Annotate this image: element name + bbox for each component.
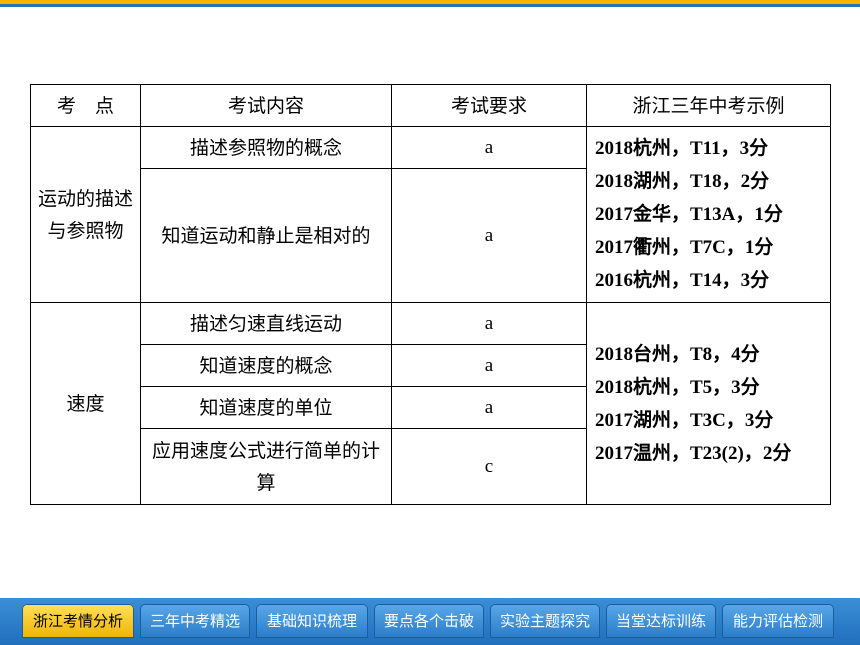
header-requirement: 考试要求 bbox=[391, 84, 587, 127]
table-row: 速度 描述匀速直线运动 a 2018台州，T8，4分 2018杭州，T5，3分 … bbox=[30, 302, 831, 505]
example-item: 2018杭州，T11，3分 bbox=[595, 138, 769, 159]
example-item: 2017衢州，T7C，1分 bbox=[595, 237, 774, 258]
table-header-row: 考 点 考试内容 考试要求 浙江三年中考示例 bbox=[30, 84, 831, 127]
example-item: 2017温州，T23(2)，2分 bbox=[595, 442, 792, 464]
requirement-cell: a bbox=[391, 344, 587, 387]
example-item: 2017金华，T13A，1分 bbox=[595, 204, 783, 225]
header-topic: 考 点 bbox=[30, 84, 141, 127]
topic-cell: 速度 bbox=[30, 302, 141, 505]
example-item: 2017湖州，T3C，3分 bbox=[595, 409, 774, 431]
tab-zhejiang-analysis[interactable]: 浙江考情分析 bbox=[22, 604, 134, 638]
syllabus-table: 考 点 考试内容 考试要求 浙江三年中考示例 运动的描述与参照物 描述参照物的概… bbox=[30, 84, 831, 505]
content-cell: 描述匀速直线运动 bbox=[140, 302, 392, 345]
requirement-cell: a bbox=[391, 302, 587, 345]
content-cell: 描述参照物的概念 bbox=[140, 126, 392, 169]
requirement-cell: a bbox=[391, 126, 587, 169]
tab-key-points[interactable]: 要点各个击破 bbox=[374, 604, 484, 638]
tab-ability-assessment[interactable]: 能力评估检测 bbox=[722, 604, 834, 638]
header-content: 考试内容 bbox=[140, 84, 392, 127]
content-cell: 知道速度的单位 bbox=[140, 386, 392, 429]
content-cell: 应用速度公式进行简单的计算 bbox=[140, 428, 392, 505]
requirement-cell: c bbox=[391, 428, 587, 505]
tab-in-class-practice[interactable]: 当堂达标训练 bbox=[606, 604, 716, 638]
example-item: 2018湖州，T18，2分 bbox=[595, 171, 770, 192]
topic-cell: 运动的描述与参照物 bbox=[30, 126, 141, 303]
table-row: 运动的描述与参照物 描述参照物的概念 a 2018杭州，T11，3分 2018湖… bbox=[30, 126, 831, 303]
tab-experiment-topics[interactable]: 实验主题探究 bbox=[490, 604, 600, 638]
examples-cell: 2018杭州，T11，3分 2018湖州，T18，2分 2017金华，T13A，… bbox=[586, 126, 831, 303]
example-item: 2018杭州，T5，3分 bbox=[595, 376, 760, 398]
requirement-cell: a bbox=[391, 168, 587, 303]
example-item: 2016杭州，T14，3分 bbox=[595, 270, 770, 291]
top-accent-line bbox=[0, 4, 860, 7]
content-cell: 知道运动和静止是相对的 bbox=[140, 168, 392, 303]
bottom-nav-bar: 浙江考情分析 三年中考精选 基础知识梳理 要点各个击破 实验主题探究 当堂达标训… bbox=[0, 598, 860, 645]
tab-three-year-exams[interactable]: 三年中考精选 bbox=[140, 604, 250, 638]
header-examples: 浙江三年中考示例 bbox=[586, 84, 831, 127]
tab-basic-knowledge[interactable]: 基础知识梳理 bbox=[256, 604, 368, 638]
content-cell: 知道速度的概念 bbox=[140, 344, 392, 387]
requirement-cell: a bbox=[391, 386, 587, 429]
example-item: 2018台州，T8，4分 bbox=[595, 343, 760, 365]
examples-cell: 2018台州，T8，4分 2018杭州，T5，3分 2017湖州，T3C，3分 … bbox=[586, 302, 831, 505]
